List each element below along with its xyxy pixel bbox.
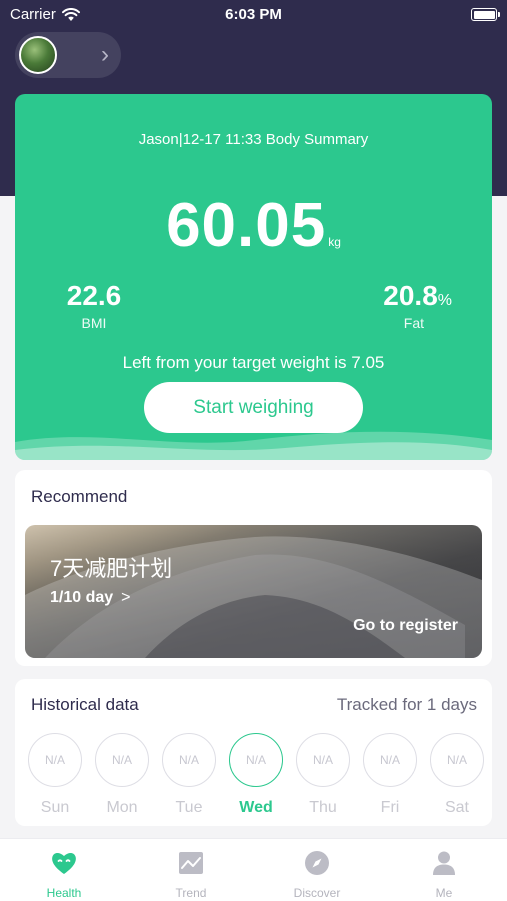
person-icon: [433, 851, 455, 875]
chevron-right-icon: >: [121, 589, 131, 606]
tab-label: Discover: [293, 886, 341, 900]
avatar[interactable]: [19, 36, 57, 74]
recommend-title: Recommend: [31, 487, 128, 506]
day-label: Tue: [175, 799, 203, 816]
heart-icon: [52, 853, 76, 874]
day-sun[interactable]: N/A Sun: [27, 733, 83, 817]
day-label: Wed: [239, 799, 273, 816]
tab-bar: Health Trend Discover Me: [0, 838, 507, 901]
tab-label: Health: [46, 886, 82, 900]
recommend-banner[interactable]: 7天减肥计划 1/10 day > Go to register: [25, 525, 482, 658]
tab-health[interactable]: Health: [24, 849, 104, 900]
tab-label: Trend: [175, 886, 207, 900]
tab-label: Me: [435, 886, 453, 900]
trend-icon: [179, 852, 203, 874]
tab-me[interactable]: Me: [404, 849, 484, 900]
chevron-right-icon: ›: [101, 41, 109, 68]
status-bar: Carrier 6:03 PM: [0, 0, 507, 30]
day-label: Sat: [444, 799, 469, 816]
wave-decoration: [15, 431, 492, 460]
tracked-days: Tracked for 1 days: [336, 695, 477, 714]
compass-icon: [305, 851, 329, 875]
user-switcher[interactable]: ›: [15, 32, 121, 78]
day-label: Fri: [380, 799, 400, 816]
recommend-card: Recommend 7天减肥计划 1/10 day > Go to registe…: [15, 470, 492, 666]
weight-unit: kg: [328, 235, 341, 249]
day-label: Mon: [106, 799, 138, 816]
day-thu[interactable]: N/A Thu: [295, 733, 351, 817]
fat-unit: %: [437, 292, 452, 309]
day-wed[interactable]: N/A Wed: [228, 733, 284, 817]
plan-title: 7天减肥计划: [50, 556, 173, 581]
day-value-circle: N/A: [162, 733, 216, 787]
target-weight-text: Left from your target weight is 7.05: [122, 353, 385, 372]
plan-progress: 1/10 day >: [50, 589, 131, 607]
day-value-circle: N/A: [95, 733, 149, 787]
fat-value: 20.8: [383, 280, 438, 311]
bmi-label: BMI: [81, 315, 107, 331]
week-days: N/A Sun N/A Mon N/A Tue N/A Wed N/A Thu …: [27, 733, 486, 816]
day-tue[interactable]: N/A Tue: [161, 733, 217, 817]
day-value-circle: N/A: [28, 733, 82, 787]
day-value-circle: N/A: [430, 733, 484, 787]
status-time: 6:03 PM: [225, 6, 282, 23]
day-mon[interactable]: N/A Mon: [94, 733, 150, 817]
day-value-circle: N/A: [296, 733, 350, 787]
day-value-circle: N/A: [363, 733, 417, 787]
historical-title: Historical data: [31, 695, 139, 714]
day-value-circle: N/A: [229, 733, 283, 787]
day-label: Thu: [309, 799, 337, 816]
day-fri[interactable]: N/A Fri: [362, 733, 418, 817]
fat-label: Fat: [403, 315, 424, 331]
tab-trend[interactable]: Trend: [151, 849, 231, 900]
tab-discover[interactable]: Discover: [277, 849, 357, 900]
bmi-value: 22.6: [66, 280, 122, 311]
fat-value-group: 20.8%: [383, 280, 452, 312]
weight-value: 60.05: [166, 191, 327, 260]
day-sat[interactable]: N/A Sat: [429, 733, 485, 817]
battery-icon: [471, 8, 500, 21]
plan-progress-text: 1/10 day: [50, 589, 114, 606]
weight-display: 60.05 kg: [15, 190, 492, 261]
summary-title: Jason|12-17 11:33 Body Summary: [138, 131, 369, 148]
go-to-register-link[interactable]: Go to register: [353, 617, 458, 635]
body-summary-card: Jason|12-17 11:33 Body Summary 60.05 kg 2…: [15, 94, 492, 460]
day-label: Sun: [40, 799, 70, 816]
historical-data-card: Historical data Tracked for 1 days N/A S…: [15, 679, 492, 826]
